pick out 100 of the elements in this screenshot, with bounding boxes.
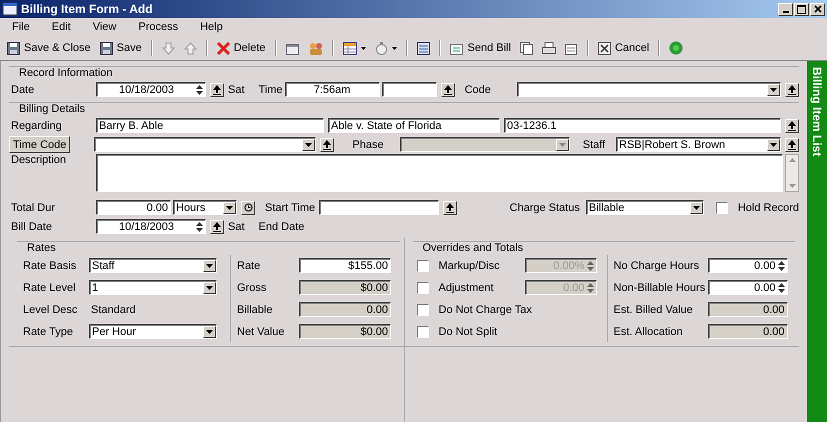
dropdown[interactable]: Per Hour [89,324,217,339]
caret-icon [206,330,213,334]
person-dropdown[interactable]: RSB|Robert S. Brown [616,137,781,152]
start-time-field[interactable] [319,200,439,215]
spin-field[interactable]: 0.00 [708,280,788,295]
unit-dropdown[interactable]: Hours [173,200,237,215]
checkbox[interactable] [416,304,428,316]
spin-icon [778,260,784,270]
copy-icon [520,42,533,54]
date-field[interactable]: 10/18/2003 [96,219,206,234]
scroll-up-icon [788,158,796,162]
checkbox[interactable] [716,202,728,214]
checkbox-label: Hold Record [736,202,799,214]
up-arrow-icon [446,202,454,212]
side-panel-title: Billing Item List [810,67,824,156]
field-label: End Date [258,220,304,232]
menu-item[interactable]: Help [192,21,231,33]
caret-icon [770,142,777,146]
list-icon [416,42,430,54]
description-field[interactable] [96,154,783,192]
caret-icon [692,206,700,210]
spin-field[interactable]: 0.00 [708,258,788,273]
checkbox-label: Adjustment [438,282,495,294]
lookup-button[interactable] [210,220,224,234]
delete-icon [216,42,230,54]
up-arrow-icon [323,140,331,150]
checkbox[interactable] [416,326,428,338]
calendar-icon [286,42,300,54]
time-code-dropdown[interactable] [94,137,316,152]
code-dropdown[interactable] [516,82,781,97]
close-button[interactable] [810,2,825,16]
charge-status-dropdown[interactable]: Billable [586,200,704,215]
amount-field[interactable]: $155.00 [299,258,391,273]
down-arrow-icon [162,42,175,54]
field-label: Est. Billed Value [612,304,694,316]
document-icon [564,42,578,54]
caret-icon [226,206,233,210]
lookup-button[interactable] [785,118,799,132]
minimize-button[interactable] [778,2,793,16]
spin-icon [196,84,203,94]
caret-icon [360,46,366,50]
lookup-button[interactable] [210,82,224,96]
document-icon [450,42,464,54]
scroll-down-icon [788,184,796,188]
menu-item[interactable]: Process [130,21,186,33]
dropdown[interactable]: 1 [89,280,217,295]
date-field[interactable]: 10/18/2003 [96,82,206,97]
client-field[interactable]: Barry B. Able [96,118,324,133]
menu-item[interactable]: View [84,21,124,33]
field-value: Standard [90,304,136,316]
caret-icon [206,286,213,290]
field-label: Regarding [10,120,63,132]
lookup-button[interactable] [440,82,455,96]
floppy-icon [7,42,20,54]
lookup-button[interactable] [443,200,457,214]
dropdown[interactable]: Staff [89,258,217,273]
lookup-button[interactable] [785,82,799,96]
text-field[interactable] [382,82,437,97]
duration-field[interactable]: 0.00 [96,200,171,215]
time-field[interactable]: 7:56am [284,82,380,97]
checkbox-label: Markup/Disc [438,260,501,272]
maximize-icon [797,4,806,14]
caret-icon [305,142,312,146]
side-panel[interactable]: Billing Item List [807,61,827,422]
section-title: Rates [17,241,400,255]
table-icon [342,42,357,54]
maximize-button[interactable] [794,2,809,16]
menu-item[interactable]: File [4,21,38,33]
scrollbar[interactable] [785,154,799,192]
matter-field[interactable]: Able v. State of Florida [328,118,500,133]
field-label: Rate Level [22,282,77,294]
timer-button[interactable] [241,200,255,214]
time-code-button[interactable]: Time Code [9,136,70,153]
timer-icon [374,42,388,54]
field-label: Est. Allocation [612,326,684,338]
save-close-button[interactable]: Save & Close [4,40,94,56]
field-label: No Charge Hours [612,260,700,272]
lookup-button[interactable] [320,138,334,152]
field-label: Level Desc [22,304,78,316]
cancel-icon [598,42,611,54]
checkbox[interactable] [416,282,428,294]
section-title: Billing Details [9,102,799,116]
lookup-button[interactable] [785,138,799,152]
matter-number-field[interactable]: 03-1236.1 [504,118,781,133]
checkbox-label: Do Not Split [438,326,498,338]
cancel-button[interactable]: Cancel [594,40,652,56]
field-label: Start Time [264,202,316,214]
phase-dropdown[interactable] [400,137,570,152]
delete-button[interactable]: Delete [214,40,269,56]
field-label: Time [258,84,283,96]
save-button[interactable]: Save [96,40,145,56]
up-arrow-icon [444,84,452,94]
spin-icon [778,282,784,292]
spin-icon [586,260,594,270]
menu-item[interactable]: Edit [44,21,79,33]
up-arrow-icon [788,84,796,94]
send-bill-button[interactable]: Send Bill [446,40,514,56]
close-icon [814,5,822,13]
spin-icon [586,282,594,292]
checkbox[interactable] [416,260,428,272]
